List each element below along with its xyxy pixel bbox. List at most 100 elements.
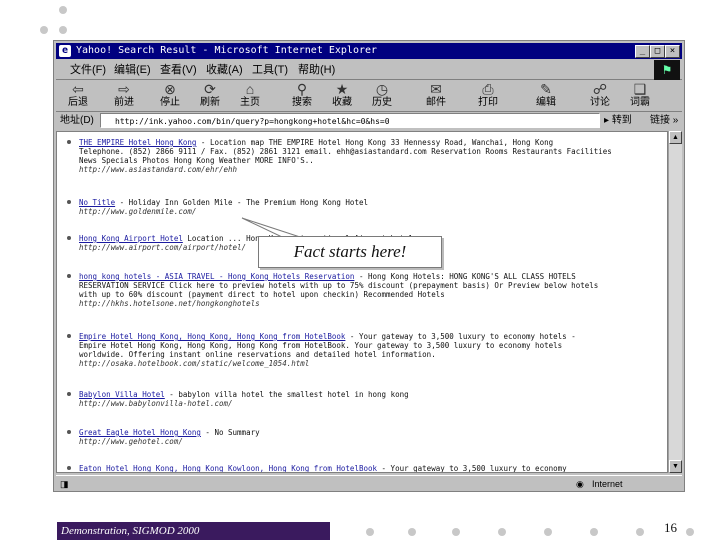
search-result: Empire Hotel Hong Kong, Hong Kong, Hong … [67, 332, 659, 368]
close-button[interactable]: × [665, 45, 680, 58]
result-snippet: - Your gateway to 3,500 luxury to econom… [377, 464, 567, 473]
address-input[interactable]: http://ink.yahoo.com/bin/query?p=hongkon… [100, 113, 600, 128]
result-snippet: - Hong Kong Hotels: HONG KONG'S ALL CLAS… [354, 272, 576, 281]
scroll-up-icon[interactable]: ▲ [669, 131, 682, 144]
favorites-button[interactable]: ★ 收藏 [322, 81, 362, 111]
bullet-icon [67, 274, 71, 278]
result-url: http://www.asiastandard.com/ehr/ehh [79, 165, 238, 174]
dictionary-button[interactable]: ❑ 词霸 [620, 81, 660, 111]
vertical-scrollbar[interactable]: ▲ ▼ [668, 131, 682, 473]
page-number: 16 [664, 520, 677, 535]
go-button[interactable]: ▸ 转到 [604, 112, 632, 130]
result-link[interactable]: Babylon Villa Hotel [79, 390, 165, 399]
decor-dot [636, 528, 644, 536]
decor-dot [686, 528, 694, 536]
back-arrow-icon: ⇦ [72, 81, 84, 97]
toolbar: ⇦ 后退 ⇨ 前进 ⊗ 停止 ⟳ 刷新 ⌂ 主页 ⚲ 搜索 ★ 收藏 ◷ 历史 ✉ 邮件 ⎙ 打印 … [56, 81, 682, 112]
decor-dot [40, 26, 48, 34]
result-link[interactable]: Eaton Hotel Hong Kong, Hong Kong Kowloon… [79, 464, 377, 472]
result-snippet: Telephone. (852) 2866 9111 / Fax. (852) … [79, 147, 612, 156]
search-result: No Title - Holiday Inn Golden Mile - The… [67, 198, 659, 216]
bullet-icon [67, 466, 71, 470]
result-link[interactable]: Empire Hotel Hong Kong, Hong Kong, Hong … [79, 332, 345, 341]
search-result: hong kong hotels - ASIA TRAVEL - Hong Ko… [67, 272, 659, 308]
stop-button[interactable]: ⊗ 停止 [150, 81, 190, 111]
result-url: http://www.goldenmile.com/ [79, 207, 197, 216]
result-url: http://www.babylonvilla-hotel.com/ [79, 399, 233, 408]
result-link[interactable]: Great Eagle Hotel Hong Kong [79, 428, 201, 437]
menu-edit[interactable]: 编辑(E) [114, 61, 151, 79]
result-link[interactable]: No Title [79, 198, 115, 207]
maximize-button[interactable]: □ [650, 45, 665, 58]
bullet-icon [67, 200, 71, 204]
result-snippet: Empire Hotel Hong Kong, Hong Kong, Hong … [79, 341, 563, 350]
ie-logo-icon: e [59, 45, 71, 57]
decor-dot [590, 528, 598, 536]
address-label: 地址(D) [60, 115, 94, 126]
result-snippet: - Holiday Inn Golden Mile - The Premium … [115, 198, 368, 207]
menu-bar: 文件(F) 编辑(E) 查看(V) 收藏(A) 工具(T) 帮助(H) [56, 61, 682, 80]
favorites-icon: ★ [335, 81, 349, 97]
home-button[interactable]: ⌂ 主页 [230, 81, 270, 111]
result-link[interactable]: Hong Kong Airport Hotel [79, 234, 183, 243]
decor-dot [366, 528, 374, 536]
decor-dot [452, 528, 460, 536]
menu-view[interactable]: 查看(V) [160, 61, 197, 79]
zone-label: Internet [592, 479, 623, 489]
windows-logo-icon: ⚑ [654, 60, 680, 80]
search-icon: ⚲ [296, 81, 308, 97]
search-result: THE EMPIRE Hotel Hong Kong - Location ma… [67, 138, 659, 174]
bullet-icon [67, 430, 71, 434]
back-button[interactable]: ⇦ 后退 [58, 81, 98, 111]
window-title: Yahoo! Search Result - Microsoft Interne… [76, 45, 378, 56]
page-content: THE EMPIRE Hotel Hong Kong - Location ma… [56, 131, 668, 473]
discuss-button[interactable]: ☍ 讨论 [580, 81, 620, 111]
mail-button[interactable]: ✉ 邮件 [416, 81, 456, 111]
print-icon: ⎙ [482, 81, 494, 97]
forward-button[interactable]: ⇨ 前进 [104, 81, 144, 111]
result-link[interactable]: THE EMPIRE Hotel Hong Kong [79, 138, 196, 147]
decor-dot [408, 528, 416, 536]
internet-zone-icon: ◉ [576, 479, 584, 489]
bullet-icon [67, 236, 71, 240]
address-bar: 地址(D) http://ink.yahoo.com/bin/query?p=h… [56, 112, 682, 130]
search-button[interactable]: ⚲ 搜索 [282, 81, 322, 111]
menu-help[interactable]: 帮助(H) [298, 61, 335, 79]
menu-tools[interactable]: 工具(T) [252, 61, 288, 79]
history-button[interactable]: ◷ 历史 [362, 81, 402, 111]
callout-box: Fact starts here! [258, 236, 442, 268]
search-result: Eaton Hotel Hong Kong, Hong Kong Kowloon… [67, 464, 659, 473]
result-snippet: - Location map THE EMPIRE Hotel Hong Kon… [196, 138, 554, 147]
decor-dot [498, 528, 506, 536]
result-url: http://osaka.hotelbook.com/static/welcom… [79, 359, 310, 368]
edit-icon: ✎ [540, 81, 552, 97]
result-snippet: - babylon villa hotel the smallest hotel… [164, 390, 409, 399]
minimize-button[interactable]: _ [635, 45, 650, 58]
refresh-button[interactable]: ⟳ 刷新 [190, 81, 230, 111]
menu-file[interactable]: 文件(F) [70, 61, 106, 79]
stop-icon: ⊗ [164, 81, 176, 97]
result-link[interactable]: hong kong hotels - ASIA TRAVEL - Hong Ko… [79, 272, 354, 281]
scroll-down-icon[interactable]: ▼ [669, 460, 682, 473]
home-icon: ⌂ [245, 81, 255, 97]
title-bar: e Yahoo! Search Result - Microsoft Inter… [56, 43, 682, 59]
slide-footer: Demonstration, SIGMOD 2000 [57, 522, 330, 540]
bullet-icon [67, 392, 71, 396]
result-snippet: - No Summary [200, 428, 260, 437]
result-url: http://www.gehotel.com/ [79, 437, 183, 446]
decor-dot [59, 6, 67, 14]
history-icon: ◷ [375, 81, 389, 97]
dictionary-icon: ❑ [633, 81, 647, 97]
search-result: Babylon Villa Hotel - babylon villa hote… [67, 390, 659, 408]
bullet-icon [67, 140, 71, 144]
result-snippet: RESERVATION SERVICE Click here to previe… [79, 281, 599, 290]
result-snippet: - Your gateway to 3,500 luxury to econom… [345, 332, 576, 341]
forward-arrow-icon: ⇨ [118, 81, 130, 97]
print-button[interactable]: ⎙ 打印 [468, 81, 508, 111]
decor-dot [544, 528, 552, 536]
menu-favorites[interactable]: 收藏(A) [206, 61, 243, 79]
links-button[interactable]: 链接 » [650, 112, 678, 130]
page-status-icon: ◨ [60, 479, 69, 489]
result-url: http://hkhs.hotelsone.net/hongkonghotels [79, 299, 260, 308]
edit-button[interactable]: ✎ 编辑 [526, 81, 566, 111]
